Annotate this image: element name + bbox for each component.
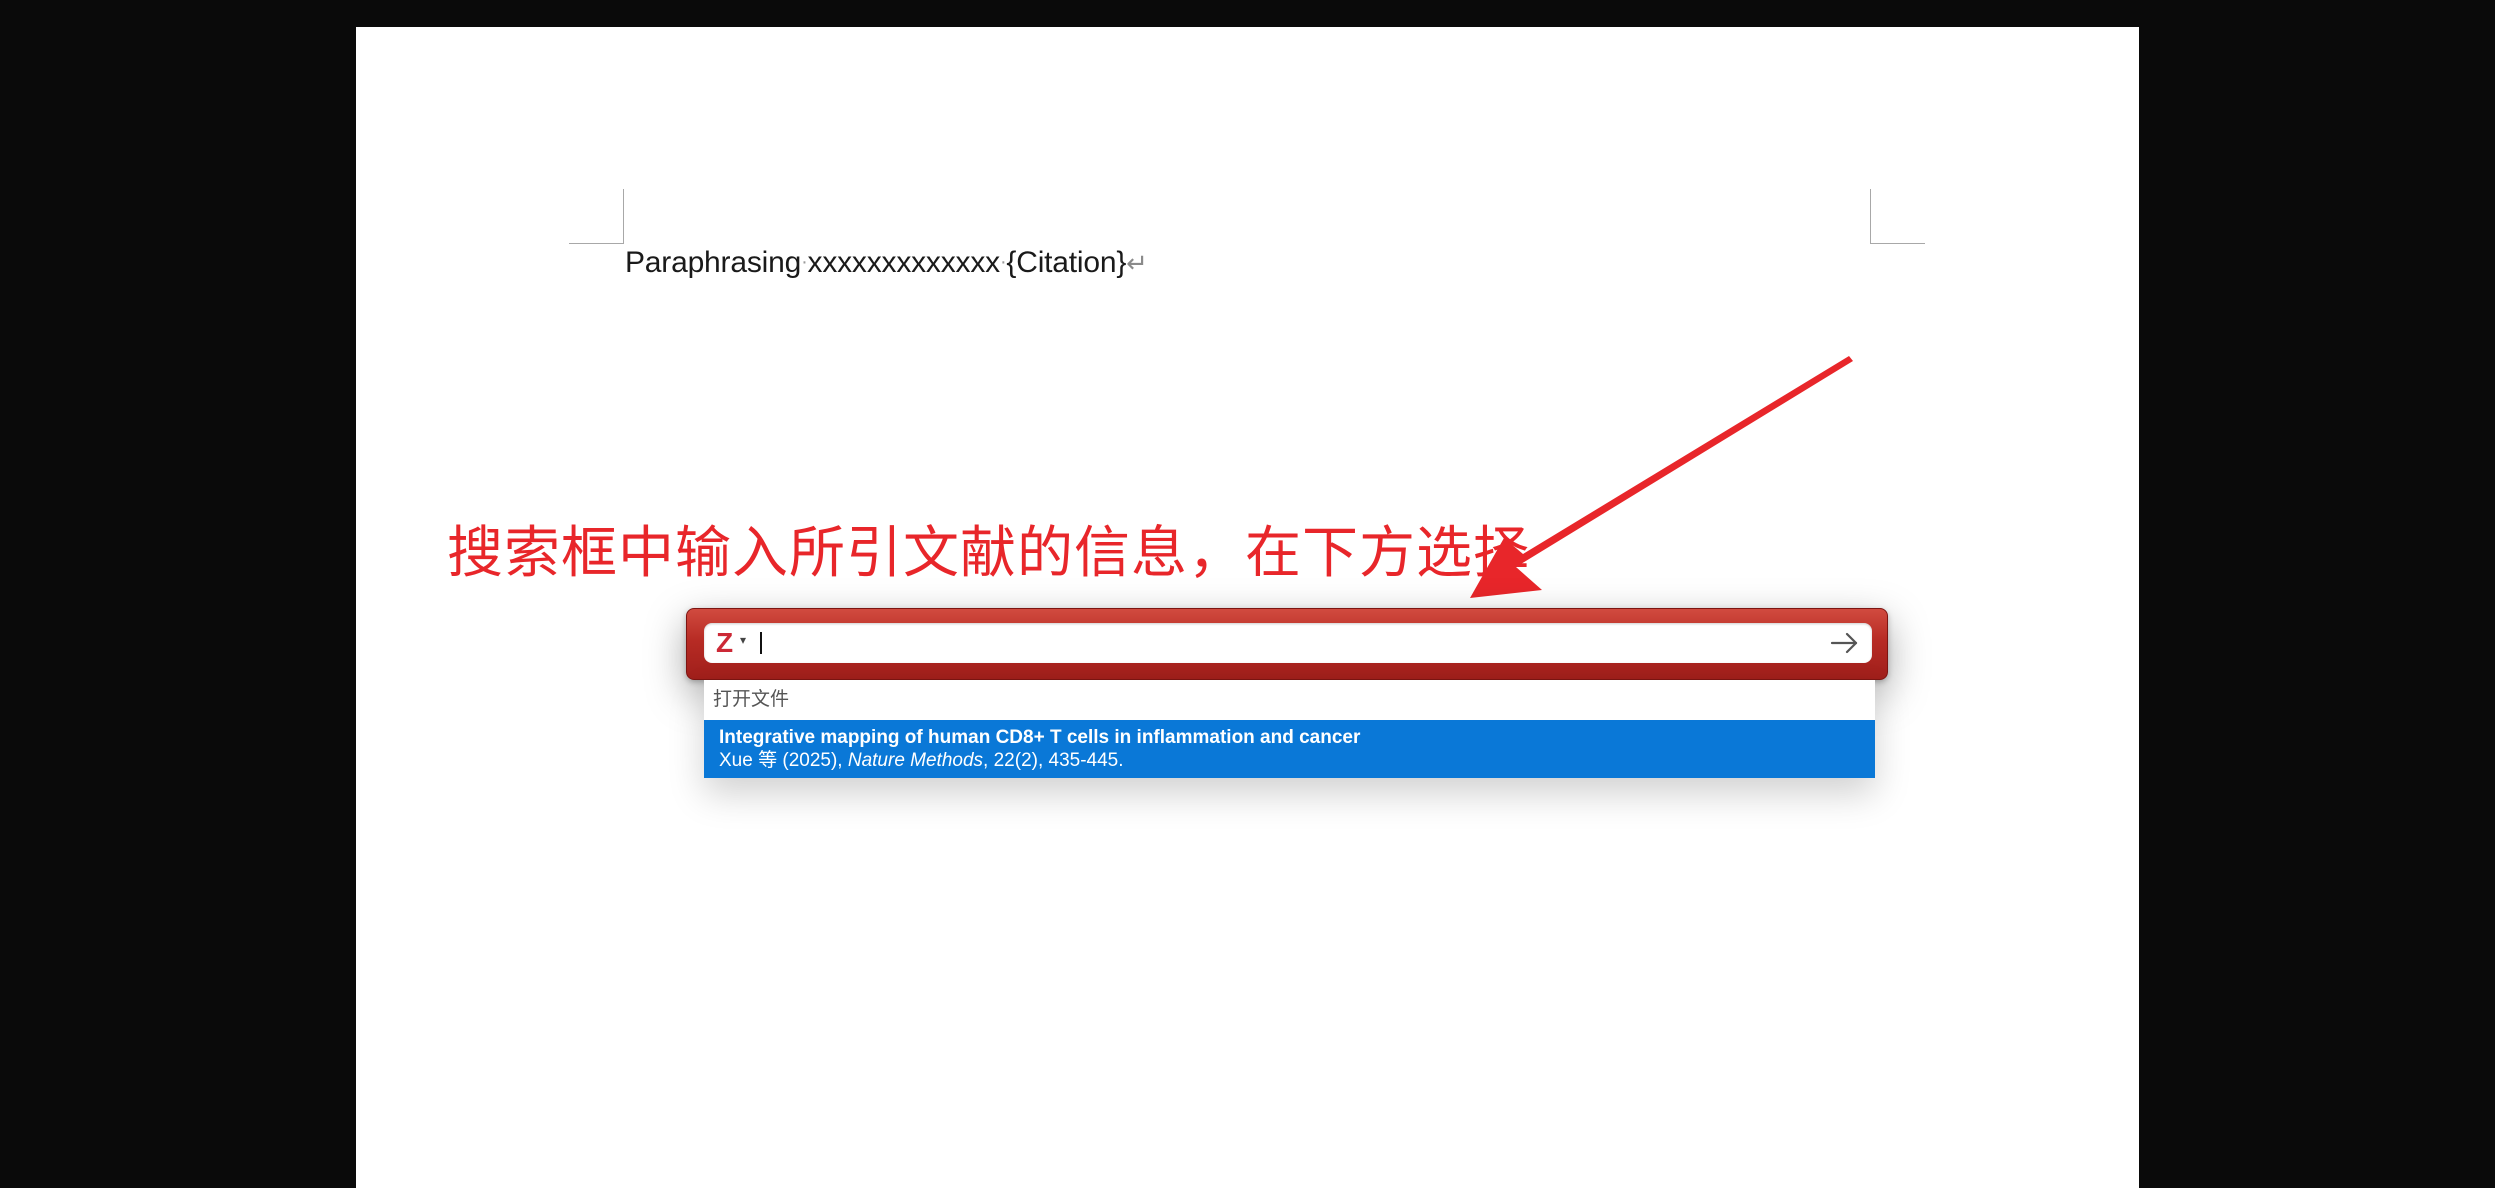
doc-word: xxxxxxxxxxxxx bbox=[807, 246, 1001, 279]
result-title: Integrative mapping of human CD8+ T cell… bbox=[719, 727, 1361, 748]
document-paragraph[interactable]: Paraphrasing·xxxxxxxxxxxxx·{Citation}↵ bbox=[625, 246, 1148, 280]
zotero-logo-icon[interactable]: Z bbox=[716, 629, 738, 657]
citation-results-list: 打开文件 Integrative mapping of human CD8+ T… bbox=[704, 680, 1875, 778]
text-cursor bbox=[760, 632, 762, 654]
result-item[interactable]: Integrative mapping of human CD8+ T cell… bbox=[704, 720, 1875, 778]
zotero-quick-format-bar: Z ▾ bbox=[686, 608, 1888, 680]
citation-placeholder: {Citation} bbox=[1006, 246, 1127, 279]
citation-search-box[interactable]: Z ▾ bbox=[704, 623, 1872, 663]
results-section-header: 打开文件 bbox=[704, 680, 1875, 720]
margin-corner-top-left bbox=[569, 189, 624, 244]
result-details: , 22(2), 435-445. bbox=[983, 750, 1124, 771]
arrow-right-icon[interactable] bbox=[1828, 629, 1862, 657]
result-meta: Xue 等 (2025), Nature Methods, 22(2), 435… bbox=[719, 750, 1860, 772]
paragraph-mark: ↵ bbox=[1126, 248, 1148, 278]
chevron-down-icon[interactable]: ▾ bbox=[740, 633, 746, 647]
doc-word: Paraphrasing bbox=[625, 246, 802, 279]
result-authors: Xue 等 (2025), bbox=[719, 750, 848, 771]
annotation-text: 搜索框中输入所引文献的信息，在下方选择 bbox=[447, 521, 1530, 584]
margin-corner-top-right bbox=[1870, 189, 1925, 244]
citation-search-input[interactable] bbox=[758, 627, 1818, 659]
result-journal: Nature Methods bbox=[847, 750, 984, 771]
